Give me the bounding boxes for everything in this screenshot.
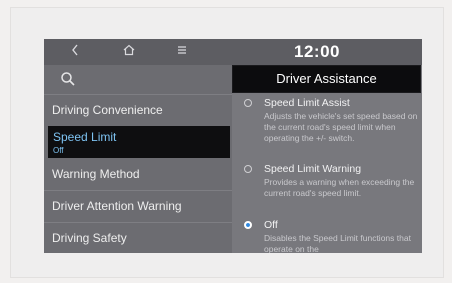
- option-title: Speed Limit Assist: [264, 97, 350, 109]
- menu-item-driver-attention-warning[interactable]: Driver Attention Warning: [44, 190, 232, 222]
- menu-item-value: Off: [53, 146, 64, 155]
- search-icon[interactable]: [60, 71, 76, 87]
- chevron-left-icon[interactable]: [70, 43, 80, 57]
- menu-item-driving-safety[interactable]: Driving Safety: [44, 222, 232, 253]
- radio-button[interactable]: [244, 99, 252, 107]
- menu-item-label: Driver Attention Warning: [52, 199, 182, 213]
- option-title: Off: [264, 219, 278, 231]
- top-bar: 12:00: [44, 39, 422, 65]
- menu-item-driving-convenience[interactable]: Driving Convenience: [44, 94, 232, 126]
- clock: 12:00: [294, 42, 340, 61]
- menu-item-label: Warning Method: [52, 167, 140, 181]
- option-description: Adjusts the vehicle's set speed based on…: [264, 111, 418, 143]
- panel-title: Driver Assistance: [233, 66, 420, 92]
- home-icon[interactable]: [122, 43, 136, 57]
- menu-item-warning-method[interactable]: Warning Method: [44, 158, 232, 190]
- menu-item-label: Driving Safety: [52, 231, 127, 245]
- menu-item-label: Driving Convenience: [52, 103, 163, 117]
- option-description: Provides a warning when exceeding the cu…: [264, 177, 415, 198]
- option-description: Disables the Speed Limit functions that …: [264, 233, 411, 253]
- settings-menu: Driving Convenience Speed Limit Off Warn…: [44, 65, 232, 253]
- radio-button-selected[interactable]: [244, 221, 252, 229]
- option-title: Speed Limit Warning: [264, 163, 362, 175]
- options-panel: [232, 65, 422, 253]
- infotainment-screen: 12:00 Driving Convenience Speed Limit Of…: [44, 39, 422, 253]
- menu-item-label: Speed Limit: [53, 130, 117, 144]
- menu-item-speed-limit[interactable]: Speed Limit Off: [48, 126, 230, 158]
- menu-icon[interactable]: [176, 43, 188, 57]
- radio-button[interactable]: [244, 165, 252, 173]
